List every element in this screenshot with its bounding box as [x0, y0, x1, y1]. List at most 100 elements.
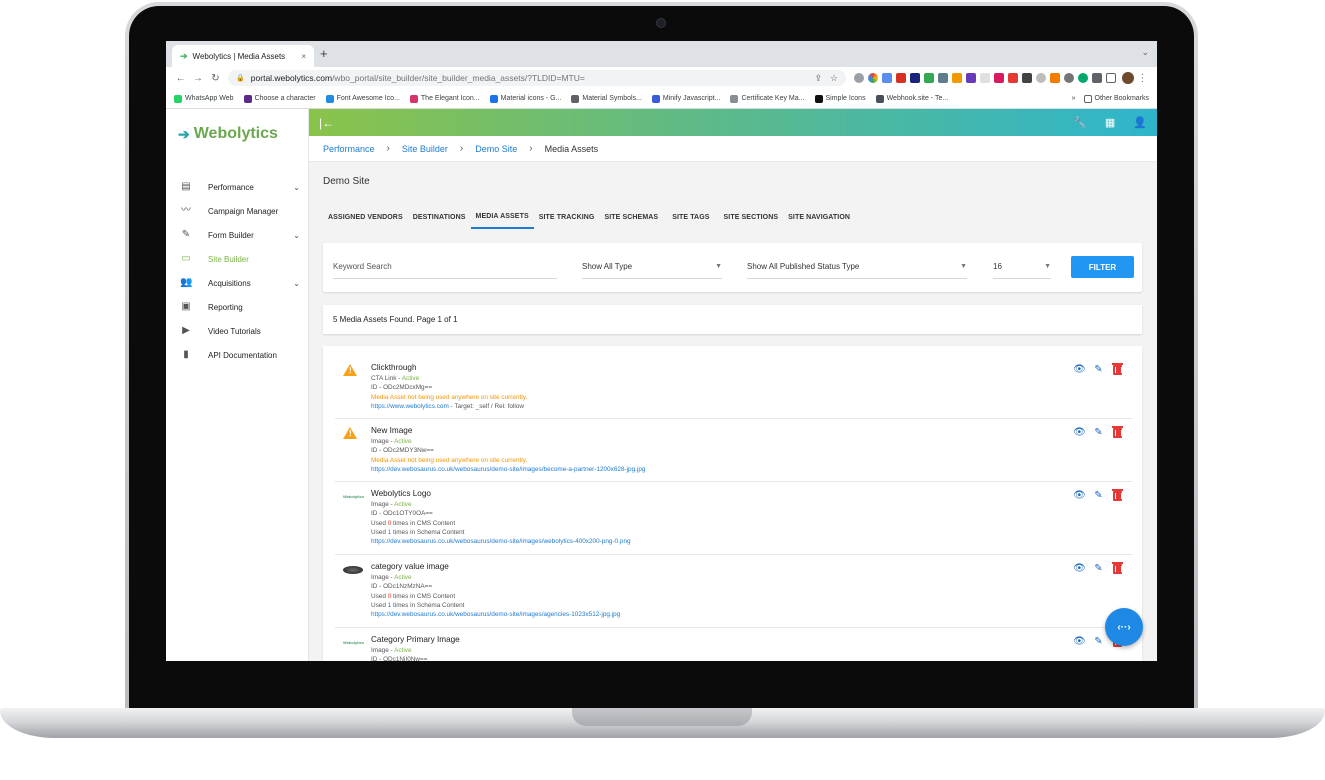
extension-icon[interactable]	[854, 73, 865, 83]
keyword-search-input[interactable]: Keyword Search	[333, 255, 557, 279]
new-tab-button[interactable]: +	[320, 46, 328, 61]
type-select[interactable]: Show All Type ▼	[582, 255, 722, 279]
tab-site-sections[interactable]: SITE SECTIONS	[719, 205, 784, 229]
address-bar[interactable]: 🔒 portal.webolytics.com /wbo_portal/site…	[228, 70, 847, 86]
trash-icon[interactable]	[1112, 363, 1123, 375]
bookmark-item[interactable]: WhatsApp Web	[174, 94, 234, 103]
pencil-icon[interactable]: ✎	[1093, 563, 1104, 574]
sidebar-item-campaign-manager[interactable]: 〰 Campaign Manager	[166, 199, 308, 223]
asset-id: ID - ODc1OTY0OA==	[371, 510, 433, 518]
extension-icon[interactable]	[1008, 73, 1019, 83]
extension-icon[interactable]	[1022, 73, 1033, 83]
browser-tab[interactable]: ➔ Webolytics | Media Assets ×	[172, 45, 314, 67]
asset-url-link[interactable]: https://dev.webosaurus.co.uk/webosaurus/…	[371, 538, 631, 545]
breadcrumb-link[interactable]: Site Builder	[402, 144, 448, 154]
pencil-icon[interactable]: ✎	[1093, 636, 1104, 647]
trash-icon[interactable]	[1112, 489, 1123, 501]
laptop-screen: ➔ Webolytics | Media Assets × + ⌄ ← → ↻ …	[166, 41, 1157, 661]
bookmark-item[interactable]: Material icons - G...	[489, 94, 561, 103]
dashboard-grid-icon[interactable]: ▦	[1105, 116, 1115, 129]
extension-icon[interactable]	[896, 73, 907, 83]
filter-button[interactable]: FILTER	[1071, 256, 1134, 278]
schema-usage: Used 1 times in Schema Content	[371, 528, 631, 537]
asset-url-link[interactable]: https://www.webolytics.com	[371, 403, 449, 410]
page-size-select[interactable]: 16 ▼	[993, 255, 1051, 279]
lock-icon[interactable]: 🔒	[236, 74, 245, 82]
sidebar-item-performance[interactable]: ▤ Performance ⌄	[166, 175, 308, 199]
tab-destinations[interactable]: DESTINATIONS	[408, 205, 471, 229]
wrench-icon[interactable]: 🔧	[1073, 116, 1087, 129]
breadcrumb-link[interactable]: Performance	[323, 144, 375, 154]
collapse-sidebar-icon[interactable]: |←	[319, 116, 334, 130]
status-select[interactable]: Show All Published Status Type ▼	[747, 255, 967, 279]
eye-icon[interactable]: 👁	[1073, 427, 1086, 438]
side-panel-icon[interactable]	[1106, 73, 1117, 83]
eye-icon[interactable]: 👁	[1073, 490, 1086, 501]
extension-icon[interactable]	[980, 73, 991, 83]
share-icon[interactable]: ⇪	[814, 73, 822, 84]
extension-icon[interactable]	[966, 73, 977, 83]
pencil-icon[interactable]: ✎	[1093, 427, 1104, 438]
pencil-icon[interactable]: ✎	[1093, 364, 1104, 375]
extension-icon[interactable]	[938, 73, 949, 83]
sidebar-item-video-tutorials[interactable]: ▶ Video Tutorials	[166, 319, 308, 343]
extension-icon[interactable]	[952, 73, 963, 83]
forward-arrow-icon[interactable]: →	[189, 73, 206, 84]
bookmark-item[interactable]: Certificate Key Ma...	[730, 94, 805, 103]
eye-icon[interactable]: 👁	[1073, 364, 1086, 375]
browser-menu-icon[interactable]: ⋮	[1134, 73, 1151, 84]
extension-icon[interactable]	[868, 73, 879, 83]
bookmark-item[interactable]: Font Awesome Ico...	[325, 94, 400, 103]
bookmark-item[interactable]: Material Symbols...	[571, 94, 642, 103]
tab-search-chevron-icon[interactable]: ⌄	[1141, 47, 1149, 58]
asset-url-link[interactable]: https://dev.webosaurus.co.uk/webosaurus/…	[371, 611, 620, 618]
pencil-icon[interactable]: ✎	[1093, 490, 1104, 501]
tab-site-schemas[interactable]: SITE SCHEMAS	[599, 205, 663, 229]
trash-icon[interactable]	[1112, 426, 1123, 438]
extension-icon[interactable]	[1036, 73, 1047, 83]
bookmark-item[interactable]: Minify Javascript...	[651, 94, 720, 103]
tab-assigned-vendors[interactable]: ASSIGNED VENDORS	[323, 205, 408, 229]
extension-icon[interactable]	[1050, 73, 1061, 83]
sidebar-item-form-builder[interactable]: ✎ Form Builder ⌄	[166, 223, 308, 247]
extension-icon[interactable]	[882, 73, 893, 83]
puzzle-icon[interactable]	[1092, 73, 1103, 83]
sidebar-item-site-builder[interactable]: ▭ Site Builder	[166, 247, 308, 271]
profile-avatar[interactable]	[1122, 72, 1134, 84]
reload-icon[interactable]: ↻	[207, 73, 224, 84]
tab-media-assets[interactable]: MEDIA ASSETS	[470, 205, 534, 229]
sidebar-item-acquisitions[interactable]: 👥 Acquisitions ⌄	[166, 271, 308, 295]
bookmark-item[interactable]: Choose a character	[243, 94, 316, 103]
extension-icon[interactable]	[1064, 73, 1075, 83]
bookmark-favicon-icon	[651, 94, 660, 103]
campaign-manager-icon: 〰	[181, 205, 191, 216]
tab-site-tracking[interactable]: SITE TRACKING	[534, 205, 600, 229]
breadcrumb-link[interactable]: Demo Site	[475, 144, 517, 154]
trash-icon[interactable]	[1112, 562, 1123, 574]
webolytics-logo[interactable]: ➔ Webolytics	[178, 125, 278, 143]
bookmarks-overflow[interactable]: »	[1072, 95, 1076, 102]
back-arrow-icon[interactable]: ←	[172, 73, 189, 84]
eye-icon[interactable]: 👁	[1073, 636, 1086, 647]
tab-site-tags[interactable]: SITE TAGS	[667, 205, 714, 229]
bookmark-item[interactable]: The Elegant Icon...	[409, 94, 480, 103]
bookmark-star-icon[interactable]: ☆	[830, 73, 838, 84]
asset-url-link[interactable]: https://dev.webosaurus.co.uk/webosaurus/…	[371, 466, 645, 473]
bookmark-item[interactable]: Simple Icons	[814, 94, 866, 103]
eye-icon[interactable]: 👁	[1073, 563, 1086, 574]
floating-code-button[interactable]: ‹··›	[1105, 608, 1143, 646]
tab-site-navigation[interactable]: SITE NAVIGATION	[783, 205, 855, 229]
sidebar-item-api-documentation[interactable]: ▮ API Documentation	[166, 343, 308, 367]
extension-icon[interactable]	[1078, 73, 1089, 83]
extension-icon[interactable]	[924, 73, 935, 83]
bookmark-favicon-icon	[409, 94, 418, 103]
schema-usage-prefix: Used	[371, 601, 388, 609]
other-bookmarks[interactable]: Other Bookmarks	[1083, 94, 1149, 103]
sidebar-item-reporting[interactable]: ▣ Reporting	[166, 295, 308, 319]
bookmark-item[interactable]: Webhook.site - Te...	[875, 94, 948, 103]
extension-icon[interactable]	[910, 73, 921, 83]
asset-thumbnail: Webolytics	[343, 490, 364, 504]
tab-close-icon[interactable]: ×	[301, 52, 306, 61]
extension-icon[interactable]	[994, 73, 1005, 83]
user-account-icon[interactable]: 👤	[1133, 116, 1147, 129]
